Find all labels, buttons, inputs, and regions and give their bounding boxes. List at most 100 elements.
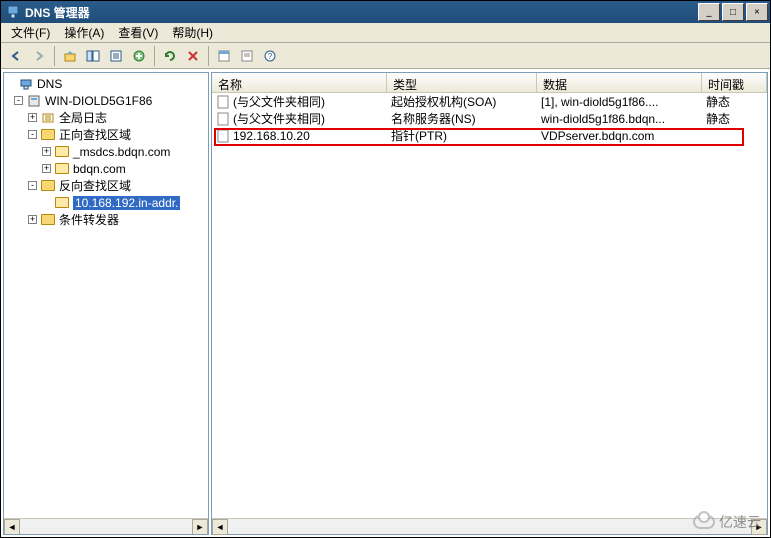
titlebar: DNS 管理器 _ □ ×	[1, 1, 770, 23]
scroll-right-button[interactable]: ►	[192, 519, 208, 535]
expander-icon[interactable]: +	[42, 147, 51, 156]
tree-reverse-zone[interactable]: - 反向查找区域	[6, 177, 208, 194]
minimize-button[interactable]: _	[698, 3, 720, 21]
app-window: DNS 管理器 _ □ × 文件(F) 操作(A) 查看(V) 帮助(H) ?	[0, 0, 771, 538]
server-icon	[26, 93, 42, 109]
tree-server[interactable]: - WIN-DIOLD5G1F86	[6, 92, 208, 109]
list-rows[interactable]: (与父文件夹相同) 起始授权机构(SOA) [1], win-diold5g1f…	[212, 93, 767, 518]
col-type[interactable]: 类型	[387, 73, 537, 92]
tree-server-label: WIN-DIOLD5G1F86	[45, 94, 152, 108]
record-data: [1], win-diold5g1f86....	[537, 95, 702, 109]
menu-file[interactable]: 文件(F)	[5, 22, 56, 43]
expander-icon[interactable]: -	[14, 96, 23, 105]
tree-forward-zone[interactable]: - 正向查找区域	[6, 126, 208, 143]
tree-pane[interactable]: DNS - WIN-DIOLD5G1F86 + 全局日志 -	[3, 72, 209, 535]
add-button[interactable]	[128, 45, 150, 67]
scroll-left-button[interactable]: ◄	[4, 519, 20, 535]
folder-icon	[40, 212, 56, 228]
window-title: DNS 管理器	[25, 4, 696, 21]
col-name[interactable]: 名称	[212, 73, 387, 92]
list-header: 名称 类型 数据 时间戳	[212, 73, 767, 93]
toolbar-separator	[154, 46, 155, 66]
up-button[interactable]	[59, 45, 81, 67]
list-pane: 名称 类型 数据 时间戳 (与父文件夹相同) 起始授权机构(SOA) [1], …	[211, 72, 768, 535]
tree-fwd-child-1-label: bdqn.com	[73, 162, 126, 176]
folder-icon	[40, 127, 56, 143]
record-type: 起始授权机构(SOA)	[387, 93, 537, 110]
expander-icon[interactable]: -	[28, 130, 37, 139]
close-button[interactable]: ×	[746, 3, 768, 21]
svg-text:?: ?	[268, 52, 273, 61]
menu-action[interactable]: 操作(A)	[58, 22, 110, 43]
expander-icon[interactable]: +	[28, 113, 37, 122]
forward-button[interactable]	[28, 45, 50, 67]
expander-blank	[42, 198, 51, 207]
tree-fwd-child[interactable]: + bdqn.com	[6, 160, 208, 177]
scroll-track[interactable]	[228, 519, 751, 534]
record-row[interactable]: (与父文件夹相同) 起始授权机构(SOA) [1], win-diold5g1f…	[212, 93, 767, 110]
tree-fwd-child-0-label: _msdcs.bdqn.com	[73, 145, 170, 159]
main-body: DNS - WIN-DIOLD5G1F86 + 全局日志 -	[1, 69, 770, 537]
show-hide-tree-button[interactable]	[82, 45, 104, 67]
record-name: 192.168.10.20	[233, 129, 310, 143]
scroll-right-button[interactable]: ►	[751, 519, 767, 535]
record-icon	[216, 129, 230, 143]
record-timestamp: 静态	[702, 93, 767, 110]
expander-icon[interactable]: +	[42, 164, 51, 173]
properties-button[interactable]	[213, 45, 235, 67]
tree-fwd-zone-label: 正向查找区域	[59, 126, 131, 143]
record-type: 指针(PTR)	[387, 127, 537, 144]
record-name: (与父文件夹相同)	[233, 110, 325, 127]
tree-root[interactable]: DNS	[6, 75, 208, 92]
log-icon	[40, 110, 56, 126]
tree-global-log-label: 全局日志	[59, 109, 107, 126]
dns-icon	[18, 76, 34, 92]
record-row[interactable]: 192.168.10.20 指针(PTR) VDPserver.bdqn.com	[212, 127, 767, 144]
menubar: 文件(F) 操作(A) 查看(V) 帮助(H)	[1, 23, 770, 43]
tree-scrollbar-h[interactable]: ◄ ►	[4, 518, 208, 534]
stop-button[interactable]	[182, 45, 204, 67]
scroll-track[interactable]	[20, 519, 192, 534]
menu-view[interactable]: 查看(V)	[112, 22, 164, 43]
expander-icon[interactable]: +	[28, 215, 37, 224]
scroll-left-button[interactable]: ◄	[212, 519, 228, 535]
record-data: win-diold5g1f86.bdqn...	[537, 112, 702, 126]
window-controls: _ □ ×	[696, 3, 768, 21]
record-icon	[216, 95, 230, 109]
zone-icon	[54, 144, 70, 160]
tree-fwd-child[interactable]: + _msdcs.bdqn.com	[6, 143, 208, 160]
tree: DNS - WIN-DIOLD5G1F86 + 全局日志 -	[4, 73, 208, 230]
back-button[interactable]	[5, 45, 27, 67]
folder-icon	[40, 178, 56, 194]
record-row[interactable]: (与父文件夹相同) 名称服务器(NS) win-diold5g1f86.bdqn…	[212, 110, 767, 127]
zone-icon	[54, 161, 70, 177]
tree-root-label: DNS	[37, 77, 62, 91]
record-data: VDPserver.bdqn.com	[537, 129, 702, 143]
maximize-button[interactable]: □	[722, 3, 744, 21]
toolbar-separator	[208, 46, 209, 66]
zone-icon	[54, 195, 70, 211]
tree-global-log[interactable]: + 全局日志	[6, 109, 208, 126]
list-scrollbar-h[interactable]: ◄ ►	[212, 518, 767, 534]
tree-rev-zone-label: 反向查找区域	[59, 177, 131, 194]
toolbar-separator	[54, 46, 55, 66]
tree-rev-child[interactable]: 10.168.192.in-addr.	[6, 194, 208, 211]
tree-conditional-forwarders[interactable]: + 条件转发器	[6, 211, 208, 228]
filter-button[interactable]	[236, 45, 258, 67]
record-icon	[216, 112, 230, 126]
menu-help[interactable]: 帮助(H)	[166, 22, 219, 43]
record-name: (与父文件夹相同)	[233, 93, 325, 110]
expander-icon[interactable]: -	[28, 181, 37, 190]
app-icon	[5, 4, 21, 20]
record-type: 名称服务器(NS)	[387, 110, 537, 127]
tree-rev-child-label: 10.168.192.in-addr.	[73, 196, 180, 210]
record-timestamp: 静态	[702, 110, 767, 127]
col-timestamp[interactable]: 时间戳	[702, 73, 767, 92]
toolbar: ?	[1, 43, 770, 69]
refresh-button[interactable]	[159, 45, 181, 67]
help-button[interactable]: ?	[259, 45, 281, 67]
export-button[interactable]	[105, 45, 127, 67]
tree-cond-fwd-label: 条件转发器	[59, 211, 119, 228]
expander-blank	[6, 79, 15, 88]
col-data[interactable]: 数据	[537, 73, 702, 92]
